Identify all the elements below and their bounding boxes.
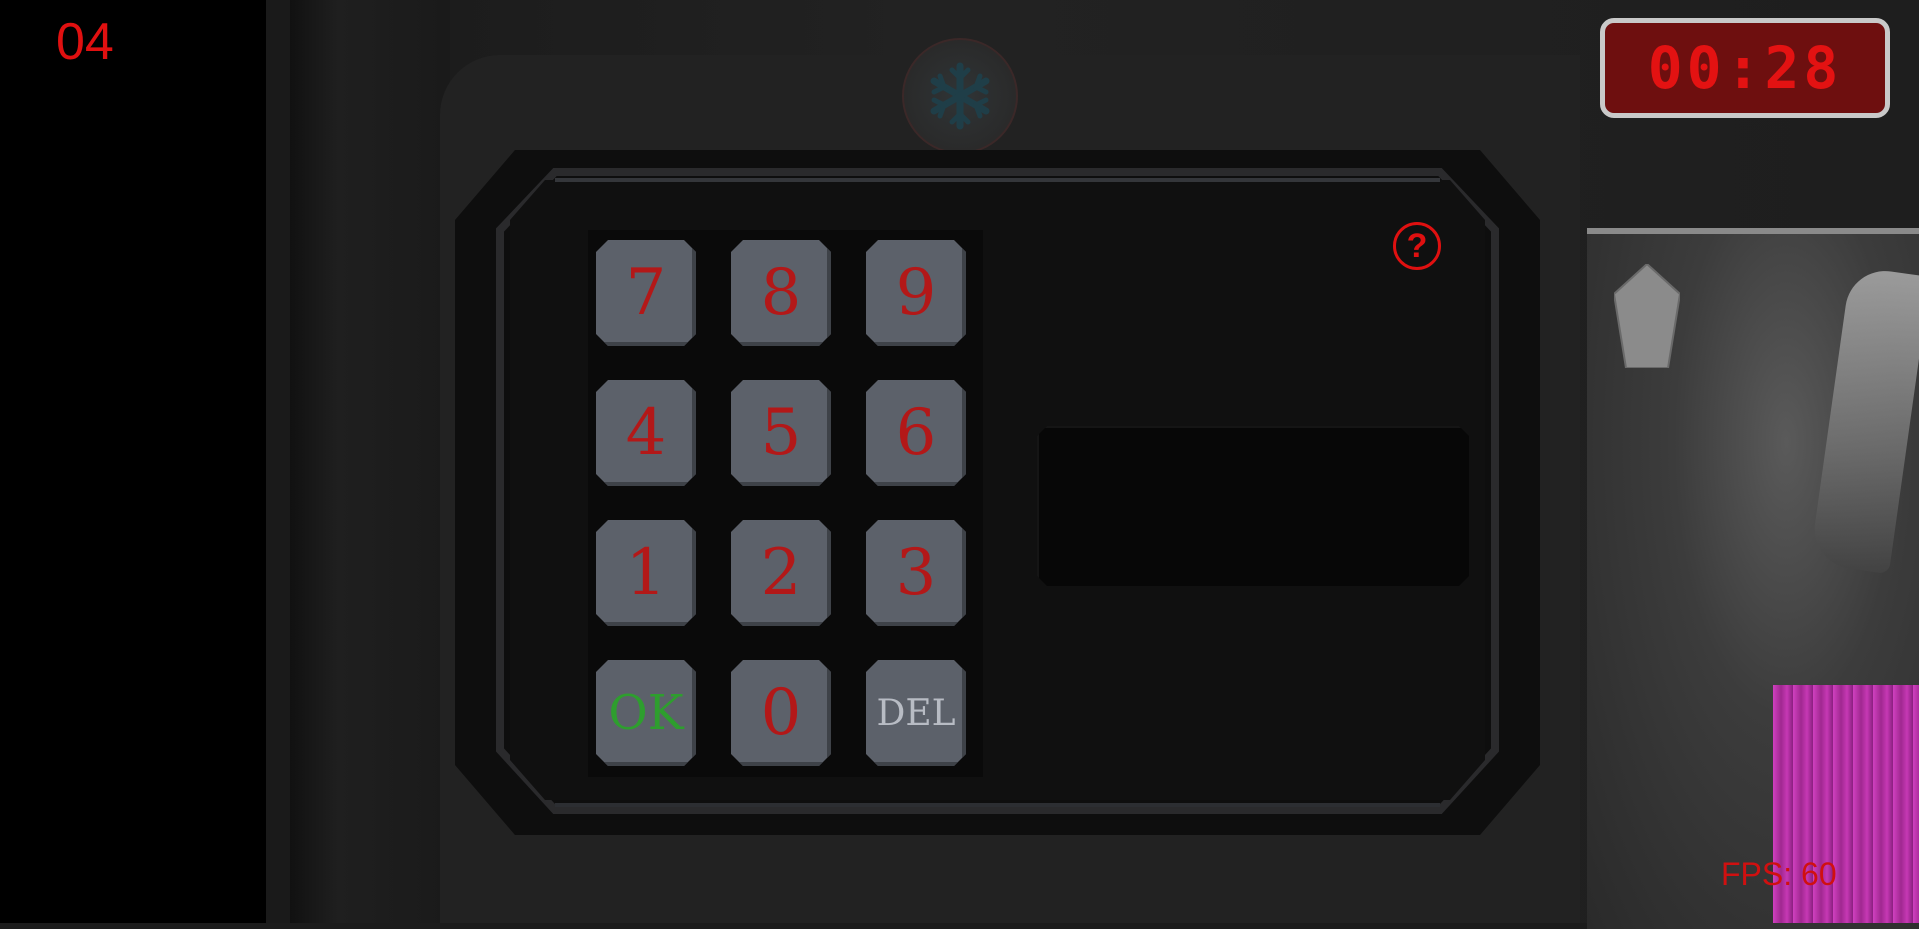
key-7[interactable]: 7 — [596, 240, 696, 346]
key-2[interactable]: 2 — [731, 520, 831, 626]
pentagon-icon[interactable] — [1614, 264, 1680, 368]
delete-button[interactable]: DEL — [866, 660, 966, 766]
ok-button[interactable]: OK — [596, 660, 696, 766]
snowflake-icon — [930, 62, 990, 130]
fps-counter: FPS: 60 — [1721, 856, 1837, 892]
key-1[interactable]: 1 — [596, 520, 696, 626]
keypad: 7 8 9 4 5 6 1 2 3 OK 0 DEL — [588, 230, 983, 777]
key-4[interactable]: 4 — [596, 380, 696, 486]
key-0[interactable]: 0 — [731, 660, 831, 766]
key-5[interactable]: 5 — [731, 380, 831, 486]
safe-door-frame — [290, 0, 450, 923]
key-8[interactable]: 8 — [731, 240, 831, 346]
key-9[interactable]: 9 — [866, 240, 966, 346]
countdown-timer: 00:28 — [1600, 18, 1890, 118]
key-6[interactable]: 6 — [866, 380, 966, 486]
snowflake-freeze-button[interactable] — [902, 38, 1018, 154]
code-display — [1037, 426, 1469, 586]
level-number: 04 — [56, 13, 114, 71]
help-icon[interactable]: ? — [1393, 222, 1441, 270]
left-black-bar — [0, 0, 266, 923]
timer-text: 00:28 — [1647, 34, 1843, 102]
key-3[interactable]: 3 — [866, 520, 966, 626]
